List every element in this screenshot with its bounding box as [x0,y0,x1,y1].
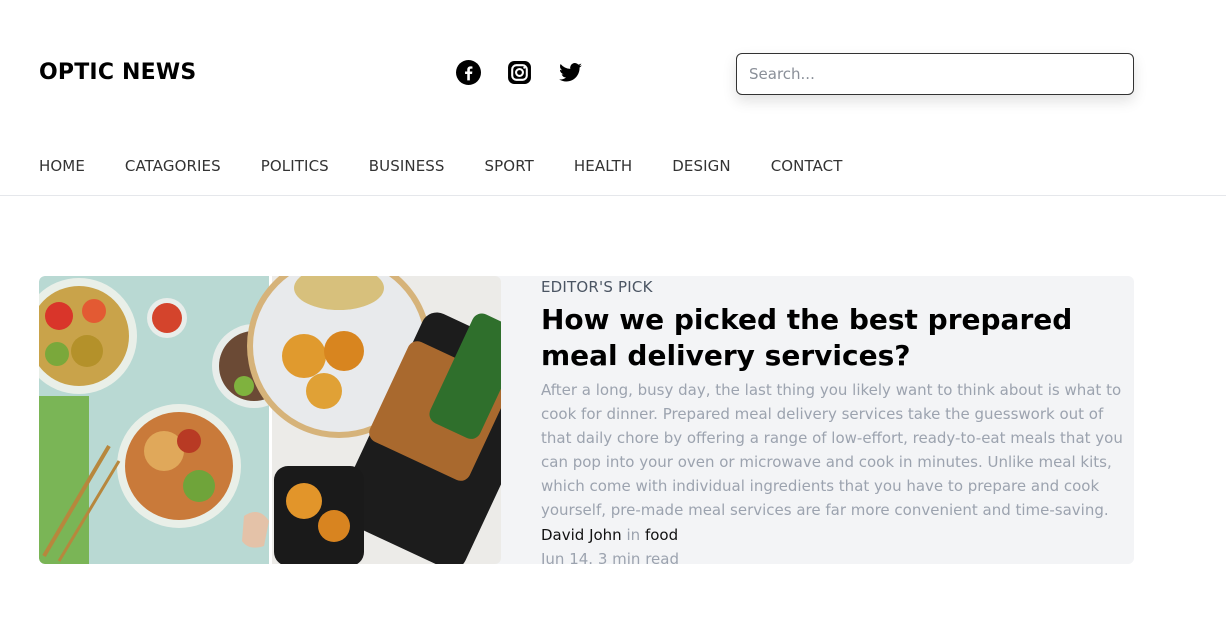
twitter-icon[interactable] [558,60,583,85]
nav-item-home[interactable]: HOME [39,157,85,175]
nav-item-business[interactable]: BUSINESS [369,157,445,175]
category-link[interactable]: food [645,526,678,544]
social-links [456,60,583,85]
nav-item-politics[interactable]: POLITICS [261,157,329,175]
meal-photo [39,276,501,564]
article-content: EDITOR'S PICK How we picked the best pre… [541,278,1131,564]
nav-item-contact[interactable]: CONTACT [771,157,843,175]
nav-item-health[interactable]: HEALTH [574,157,632,175]
byline-in-word: in [626,526,641,544]
site-header: OPTIC NEWS HOME CATAGORIES POLITICS BUSI… [0,0,1226,196]
site-logo[interactable]: OPTIC NEWS [39,60,196,85]
nav-item-categories[interactable]: CATAGORIES [125,157,221,175]
search-input[interactable] [736,53,1134,95]
nav-item-design[interactable]: DESIGN [672,157,730,175]
featured-article-card[interactable]: EDITOR'S PICK How we picked the best pre… [39,276,1134,564]
author-link[interactable]: David John [541,526,622,544]
main-nav: HOME CATAGORIES POLITICS BUSINESS SPORT … [39,157,843,175]
article-title[interactable]: How we picked the best prepared meal del… [541,302,1131,374]
article-date-readtime: Jun 14. 3 min read [541,550,679,564]
article-excerpt: After a long, busy day, the last thing y… [541,381,1123,519]
featured-image[interactable] [39,276,501,564]
article-byline: David John in food [541,523,1131,547]
instagram-icon[interactable] [507,60,532,85]
nav-item-sport[interactable]: SPORT [485,157,534,175]
article-kicker: EDITOR'S PICK [541,278,653,296]
facebook-icon[interactable] [456,60,481,85]
